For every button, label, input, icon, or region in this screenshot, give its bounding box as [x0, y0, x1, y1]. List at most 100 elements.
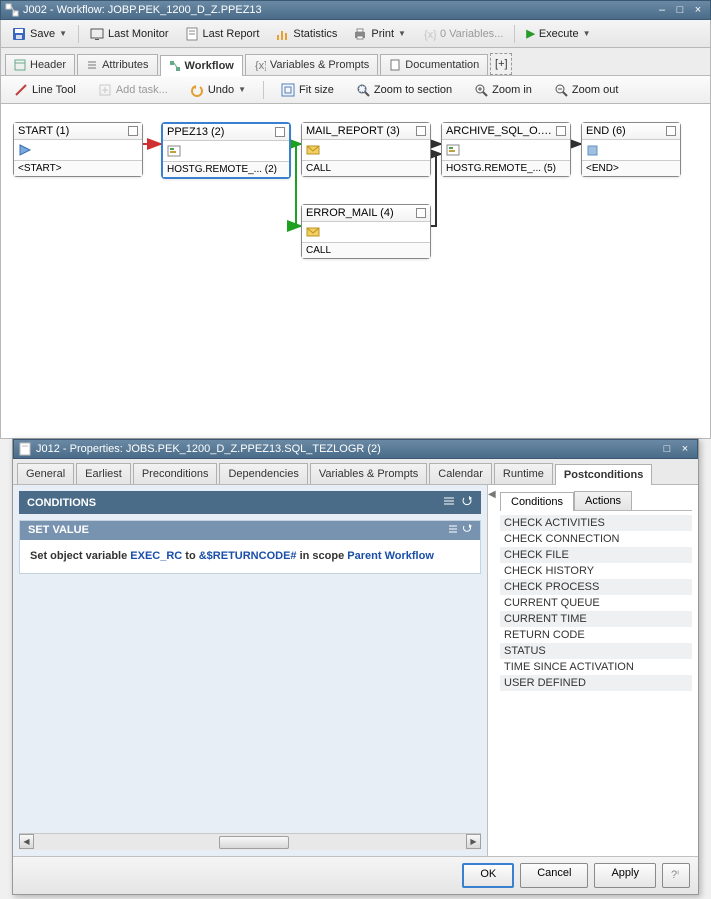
undo-label: Undo: [208, 84, 234, 96]
tab-doc-label: Documentation: [405, 59, 479, 71]
node-title: MAIL_REPORT (3): [306, 125, 412, 137]
ptab-calendar[interactable]: Calendar: [429, 463, 492, 484]
node-footer: CALL: [302, 160, 430, 176]
node-title: ARCHIVE_SQL_O... (5): [446, 125, 552, 137]
tab-header[interactable]: Header: [5, 54, 75, 75]
list-icon[interactable]: [443, 495, 455, 510]
chevron-down-icon: ▼: [398, 29, 406, 38]
last-report-button[interactable]: Last Report: [178, 24, 267, 44]
tab-documentation[interactable]: Documentation: [380, 54, 488, 75]
help-icon: ?ⁱ: [669, 867, 683, 881]
node-start[interactable]: START (1) <START>: [13, 122, 143, 177]
cond-item[interactable]: CHECK PROCESS: [500, 579, 692, 595]
scroll-thumb[interactable]: [219, 836, 289, 849]
cond-item[interactable]: CHECK HISTORY: [500, 563, 692, 579]
setvalue-header: SET VALUE: [20, 521, 480, 540]
ptab-dependencies[interactable]: Dependencies: [219, 463, 307, 484]
sv-text-pre: Set object variable: [30, 550, 130, 562]
palette-tab-actions[interactable]: Actions: [574, 491, 632, 510]
sv-scope-link[interactable]: Parent Workflow: [347, 550, 434, 562]
tab-variables-prompts[interactable]: {x} Variables & Prompts: [245, 54, 378, 75]
cond-item[interactable]: CHECK ACTIVITIES: [500, 515, 692, 531]
cond-item[interactable]: TIME SINCE ACTIVATION: [500, 659, 692, 675]
fit-size-button[interactable]: Fit size: [274, 80, 341, 100]
statistics-button[interactable]: Statistics: [268, 24, 344, 44]
zoom-section-icon: [356, 83, 370, 97]
tab-attributes[interactable]: Attributes: [77, 54, 157, 75]
sv-text-to: to: [182, 550, 199, 562]
separator: [78, 25, 79, 43]
print-label: Print: [371, 28, 394, 40]
zoom-section-button[interactable]: Zoom to section: [349, 80, 459, 100]
zoom-out-button[interactable]: Zoom out: [547, 80, 625, 100]
list-icon[interactable]: [448, 524, 458, 537]
node-handle[interactable]: [416, 208, 426, 218]
scroll-left-arrow[interactable]: ◀: [19, 834, 34, 849]
node-footer: HOSTG.REMOTE_... (2): [163, 161, 289, 177]
fit-size-label: Fit size: [299, 84, 334, 96]
node-handle[interactable]: [128, 126, 138, 136]
props-maximize-button[interactable]: □: [659, 442, 675, 456]
line-tool-button[interactable]: Line Tool: [7, 80, 83, 100]
close-button[interactable]: ×: [690, 3, 706, 17]
refresh-icon[interactable]: [461, 495, 473, 510]
cond-item[interactable]: USER DEFINED: [500, 675, 692, 691]
minimize-button[interactable]: –: [654, 3, 670, 17]
sv-value-link[interactable]: &$RETURNCODE#: [199, 550, 297, 562]
cond-item[interactable]: CURRENT TIME: [500, 611, 692, 627]
splitter-handle[interactable]: ◀: [488, 489, 496, 503]
cond-item[interactable]: CHECK CONNECTION: [500, 531, 692, 547]
node-ppez13[interactable]: PPEZ13 (2) HOSTG.REMOTE_... (2): [161, 122, 291, 179]
execute-button[interactable]: ▶ Execute ▼: [519, 24, 597, 43]
palette-tab-conditions[interactable]: Conditions: [500, 492, 574, 511]
maximize-button[interactable]: □: [672, 3, 688, 17]
save-label: Save: [30, 28, 55, 40]
node-handle[interactable]: [556, 126, 566, 136]
node-mail-report[interactable]: MAIL_REPORT (3) CALL: [301, 122, 431, 177]
apply-button[interactable]: Apply: [594, 863, 656, 888]
zoom-in-button[interactable]: Zoom in: [467, 80, 539, 100]
horizontal-scrollbar[interactable]: ◀ ▶: [19, 833, 481, 850]
properties-tabs: General Earliest Preconditions Dependenc…: [13, 459, 698, 485]
node-archive-sql[interactable]: ARCHIVE_SQL_O... (5) HOSTG.REMOTE_... (5…: [441, 122, 571, 177]
ptab-variables-prompts[interactable]: Variables & Prompts: [310, 463, 427, 484]
tab-add[interactable]: [+]: [490, 53, 512, 75]
ptab-earliest[interactable]: Earliest: [76, 463, 131, 484]
ok-button[interactable]: OK: [462, 863, 514, 888]
cancel-button[interactable]: Cancel: [520, 863, 588, 888]
ptab-postconditions[interactable]: Postconditions: [555, 464, 652, 485]
tab-header-label: Header: [30, 59, 66, 71]
cond-item[interactable]: CURRENT QUEUE: [500, 595, 692, 611]
cond-item[interactable]: RETURN CODE: [500, 627, 692, 643]
scroll-right-arrow[interactable]: ▶: [466, 834, 481, 849]
chevron-down-icon: ▼: [238, 85, 246, 94]
setvalue-block[interactable]: SET VALUE Set object variable EXEC_RC to…: [19, 520, 481, 574]
workflow-canvas[interactable]: START (1) <START> PPEZ13 (2) HOSTG.REMOT…: [0, 104, 711, 439]
props-close-button[interactable]: ×: [677, 442, 693, 456]
node-handle[interactable]: [416, 126, 426, 136]
node-handle[interactable]: [666, 126, 676, 136]
node-handle[interactable]: [275, 127, 285, 137]
refresh-icon[interactable]: [462, 524, 472, 537]
help-button[interactable]: ?ⁱ: [662, 863, 690, 888]
separator: [514, 25, 515, 43]
ptab-runtime[interactable]: Runtime: [494, 463, 553, 484]
stop-icon: [586, 144, 600, 156]
node-error-mail[interactable]: ERROR_MAIL (4) CALL: [301, 204, 431, 259]
cond-item[interactable]: STATUS: [500, 643, 692, 659]
print-button[interactable]: Print ▼: [346, 24, 413, 44]
node-footer: HOSTG.REMOTE_... (5): [442, 160, 570, 176]
ptab-preconditions[interactable]: Preconditions: [133, 463, 218, 484]
window-title: J002 - Workflow: JOBP.PEK_1200_D_Z.PPEZ1…: [23, 4, 262, 16]
attributes-icon: [86, 59, 98, 71]
tab-workflow[interactable]: Workflow: [160, 55, 243, 76]
node-end[interactable]: END (6) <END>: [581, 122, 681, 177]
postconditions-panel: CONDITIONS SET VALUE: [13, 485, 488, 856]
last-monitor-button[interactable]: Last Monitor: [83, 24, 176, 44]
sv-variable-link[interactable]: EXEC_RC: [130, 550, 182, 562]
ptab-general[interactable]: General: [17, 463, 74, 484]
svg-text:{x}: {x}: [424, 29, 436, 41]
cond-item[interactable]: CHECK FILE: [500, 547, 692, 563]
undo-button[interactable]: Undo ▼: [183, 80, 253, 100]
save-button[interactable]: Save ▼: [5, 24, 74, 44]
